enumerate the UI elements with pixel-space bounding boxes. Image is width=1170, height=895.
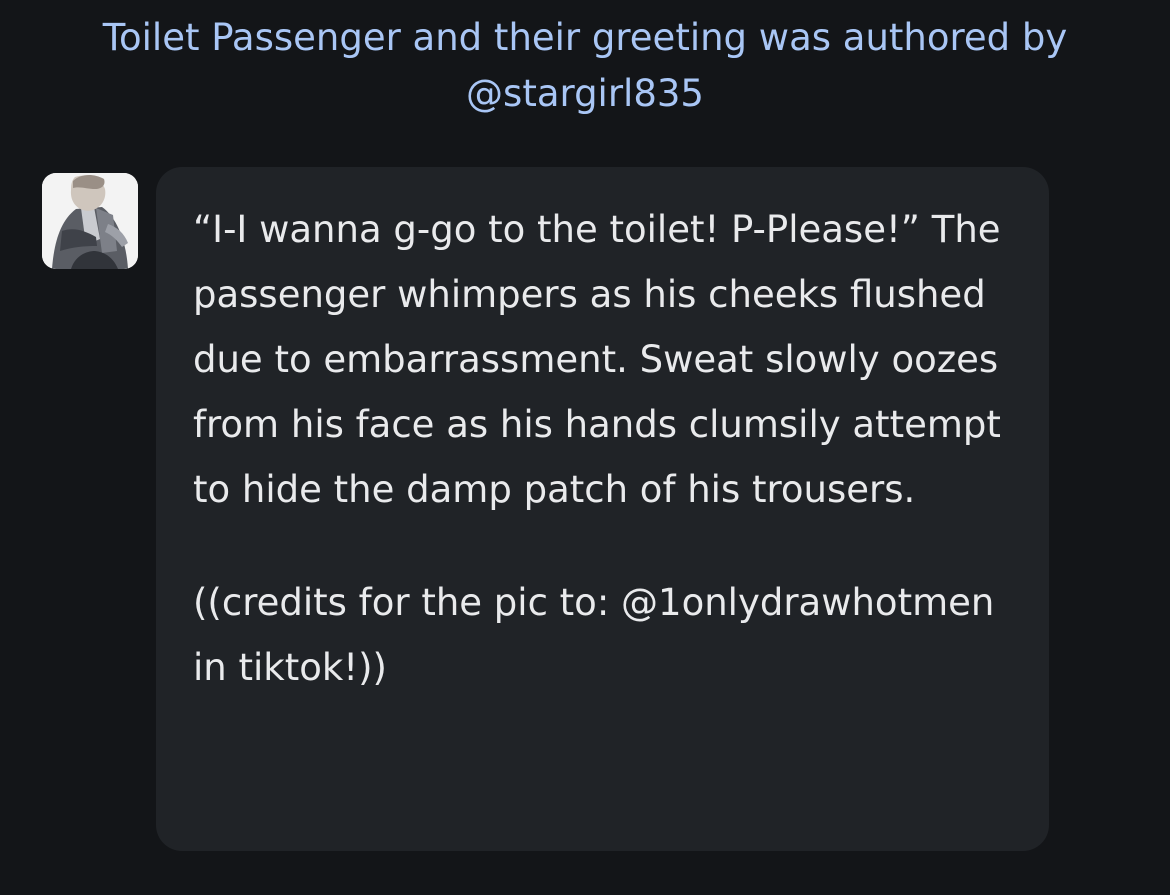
message-bubble: “I-I wanna g-go to the toilet! P-Please!… bbox=[156, 167, 1049, 851]
author-handle-link[interactable]: @stargirl835 bbox=[0, 66, 1170, 122]
author-credit-line-1: Toilet Passenger and their greeting was … bbox=[102, 16, 1068, 59]
greeting-text: “I-I wanna g-go to the toilet! P-Please!… bbox=[193, 208, 1001, 511]
character-portrait-icon bbox=[42, 173, 138, 269]
image-credit-text: ((credits for the pic to: @1onlydrawhotm… bbox=[193, 581, 995, 689]
character-avatar[interactable] bbox=[42, 173, 138, 269]
author-credit: Toilet Passenger and their greeting was … bbox=[0, 10, 1170, 122]
